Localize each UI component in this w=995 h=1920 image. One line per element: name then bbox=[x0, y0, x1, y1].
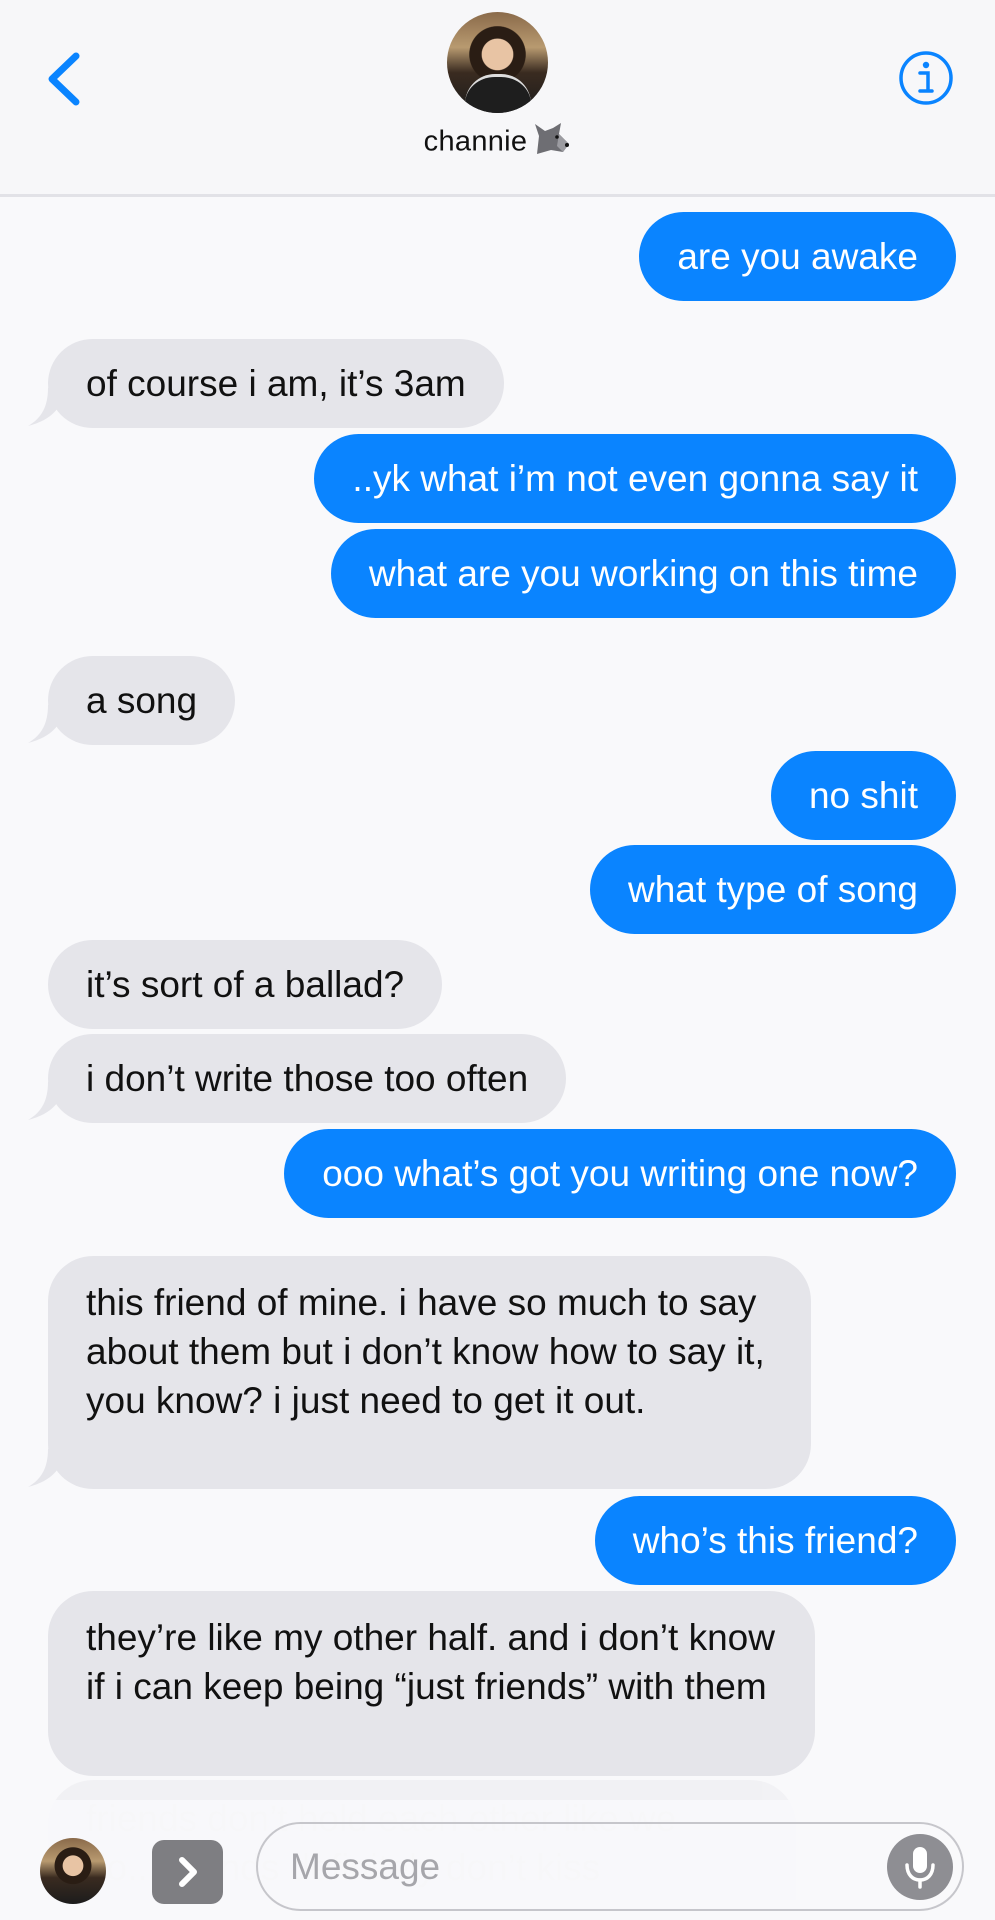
info-icon[interactable] bbox=[898, 50, 954, 106]
contact-name-row[interactable]: channie bbox=[0, 122, 995, 164]
microphone-icon bbox=[905, 1847, 935, 1889]
message-bubble-outgoing[interactable]: who’s this friend? bbox=[594, 1496, 956, 1585]
back-chevron-icon[interactable] bbox=[44, 50, 84, 108]
wolf-emoji-icon bbox=[533, 122, 571, 164]
apps-expand-button[interactable] bbox=[152, 1840, 223, 1904]
memoji-avatar-button[interactable] bbox=[40, 1838, 106, 1904]
contact-avatar[interactable] bbox=[447, 12, 548, 113]
message-bubble-outgoing[interactable]: ..yk what i’m not even gonna say it bbox=[314, 434, 956, 523]
message-bubble-incoming[interactable]: of course i am, it’s 3am bbox=[48, 339, 504, 428]
message-bubble-outgoing[interactable]: what type of song bbox=[589, 845, 956, 934]
message-bubble-outgoing[interactable]: no shit bbox=[770, 751, 956, 840]
contact-name: channie bbox=[423, 125, 528, 158]
message-bubble-incoming[interactable]: it’s sort of a ballad? bbox=[48, 940, 443, 1029]
message-bubble-incoming[interactable]: they’re like my other half. and i don’t … bbox=[48, 1591, 815, 1776]
chevron-right-icon bbox=[179, 1857, 197, 1887]
message-bubble-outgoing[interactable]: ooo what’s got you writing one now? bbox=[284, 1129, 956, 1218]
message-input[interactable] bbox=[256, 1822, 964, 1911]
message-bubble-incoming[interactable]: a song bbox=[48, 656, 236, 745]
dictation-button[interactable] bbox=[887, 1834, 953, 1900]
message-bubble-outgoing[interactable]: are you awake bbox=[639, 212, 956, 301]
message-bubble-incoming[interactable]: this friend of mine. i have so much to s… bbox=[48, 1256, 811, 1489]
conversation-header: channie bbox=[0, 0, 995, 197]
message-bubble-outgoing[interactable]: what are you working on this time bbox=[330, 529, 956, 618]
message-bubble-incoming[interactable]: i don’t write those too often bbox=[48, 1034, 567, 1123]
